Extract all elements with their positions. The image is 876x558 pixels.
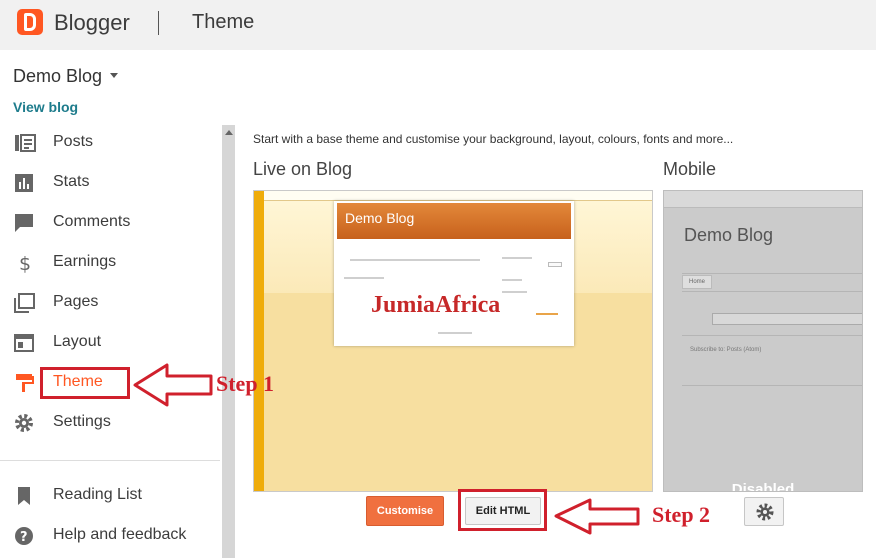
mobile-theme-preview[interactable]: Demo Blog Home Subscribe to: Posts (Atom… <box>663 190 863 492</box>
gear-icon <box>756 503 774 521</box>
sidebar-item-stats[interactable]: Stats <box>0 163 220 203</box>
sidebar-scrollbar[interactable] <box>222 125 235 558</box>
view-blog-link[interactable]: View blog <box>13 99 78 115</box>
sidebar-item-settings[interactable]: Settings <box>0 403 220 443</box>
preview-navbar <box>254 191 652 201</box>
sidebar-item-reading-list[interactable]: Reading List <box>0 476 220 516</box>
top-bar <box>0 0 876 50</box>
sidebar-item-posts[interactable]: Posts <box>0 123 220 163</box>
sidebar-item-label: Layout <box>53 333 102 350</box>
mobile-disabled-label: Disabled <box>731 481 795 492</box>
sidebar-item-label: Earnings <box>53 253 117 270</box>
preview-line <box>350 259 480 261</box>
sidebar-item-label: Settings <box>53 413 111 430</box>
preview-line <box>344 277 384 279</box>
mobile-preview-line <box>682 291 862 292</box>
sidebar-item-label: Reading List <box>53 486 142 503</box>
mobile-preview-subscribe: Subscribe to: Posts (Atom) <box>690 347 762 353</box>
sidebar-item-pages[interactable]: Pages <box>0 283 220 323</box>
comments-icon <box>15 214 33 232</box>
header-divider <box>158 11 159 35</box>
dollar-icon: $ <box>19 253 31 273</box>
sidebar-item-layout[interactable]: Layout <box>0 323 220 363</box>
svg-text:$: $ <box>19 253 31 273</box>
gear-icon <box>15 414 33 432</box>
mobile-preview-box <box>712 313 862 325</box>
sidebar-item-label: Posts <box>53 133 94 150</box>
posts-icon <box>15 134 36 152</box>
sidebar-item-comments[interactable]: Comments <box>0 203 220 243</box>
watermark: JumiaAfrica <box>371 292 501 318</box>
help-icon: ? <box>15 527 33 545</box>
live-on-blog-heading: Live on Blog <box>253 159 353 179</box>
paint-roller-icon <box>16 374 34 392</box>
sidebar-item-label: Comments <box>53 213 131 230</box>
sidebar-item-label: Help and feedback <box>53 526 187 543</box>
sidebar-item-help[interactable]: ? Help and feedback <box>0 516 220 556</box>
mobile-settings-button[interactable] <box>744 497 784 526</box>
live-theme-preview[interactable]: Demo Blog <box>253 190 653 492</box>
mobile-preview-line <box>682 273 862 274</box>
blog-selector[interactable]: Demo Blog <box>13 66 102 87</box>
page-title: Theme <box>192 11 255 33</box>
bookmark-icon <box>18 487 30 505</box>
step1-label: Step 1 <box>216 371 275 396</box>
pages-icon <box>14 293 35 313</box>
mobile-preview-home-tab: Home <box>682 275 712 289</box>
preview-line <box>438 332 472 334</box>
blogger-logo-icon[interactable] <box>17 9 43 35</box>
preview-line <box>536 313 558 315</box>
mobile-preview-navbar <box>664 191 862 208</box>
step2-label: Step 2 <box>652 502 711 527</box>
mobile-preview-line <box>682 335 862 336</box>
intro-text: Start with a base theme and customise yo… <box>253 132 734 146</box>
mobile-heading: Mobile <box>663 159 717 179</box>
preview-blog-name: Demo Blog <box>345 210 415 226</box>
sidebar-divider <box>0 460 220 461</box>
layout-icon <box>14 334 34 352</box>
preview-box <box>548 262 562 267</box>
step2-highlight-box <box>458 489 547 531</box>
stats-icon <box>15 174 33 192</box>
sidebar-item-label: Pages <box>53 293 99 310</box>
preview-line <box>502 257 532 259</box>
preview-blog-header: Demo Blog <box>337 203 571 239</box>
preview-blog-card: Demo Blog <box>334 201 574 346</box>
chevron-down-icon[interactable] <box>110 73 118 78</box>
svg-text:?: ? <box>20 530 28 545</box>
preview-left-strip <box>254 191 264 491</box>
preview-line <box>502 279 522 281</box>
preview-line <box>502 291 527 293</box>
sidebar-item-earnings[interactable]: $ Earnings <box>0 243 220 283</box>
step2-arrow-icon <box>554 498 640 535</box>
app-name[interactable]: Blogger <box>54 10 130 36</box>
scroll-up-arrow-icon[interactable] <box>225 130 233 135</box>
sidebar-item-label: Stats <box>53 173 90 190</box>
mobile-preview-line <box>682 385 862 386</box>
customise-button[interactable]: Customise <box>366 496 444 526</box>
step1-highlight-box <box>40 367 130 399</box>
step1-arrow-icon <box>133 363 213 407</box>
mobile-preview-blog-name: Demo Blog <box>684 225 774 245</box>
